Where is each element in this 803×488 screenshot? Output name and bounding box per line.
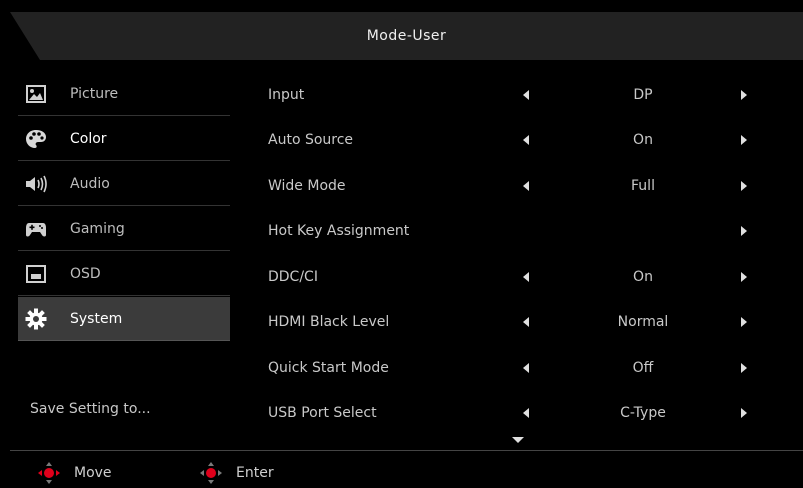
arrow-left-icon[interactable] bbox=[523, 317, 529, 328]
sidebar-item-osd[interactable]: OSD bbox=[18, 252, 230, 296]
sidebar-item-label: Audio bbox=[70, 175, 110, 192]
setting-value: Off bbox=[632, 359, 654, 376]
scroll-down-icon[interactable] bbox=[512, 437, 524, 443]
setting-row-usb-port-select[interactable]: USB Port Select C-Type bbox=[268, 391, 803, 437]
setting-label: DDC/CI bbox=[268, 268, 318, 285]
palette-icon bbox=[24, 127, 48, 151]
gamepad-icon bbox=[24, 217, 48, 241]
setting-label: Hot Key Assignment bbox=[268, 223, 410, 240]
arrow-left-icon[interactable] bbox=[523, 271, 529, 282]
setting-label: Input bbox=[268, 86, 305, 103]
setting-value: Full bbox=[631, 177, 655, 194]
sidebar-item-label: Color bbox=[70, 130, 107, 147]
sidebar-item-color[interactable]: Color bbox=[18, 117, 230, 161]
sidebar-item-gaming[interactable]: Gaming bbox=[18, 207, 230, 251]
setting-row-input[interactable]: Input DP bbox=[268, 72, 803, 118]
arrow-right-icon[interactable] bbox=[741, 362, 747, 373]
move-label: Move bbox=[74, 465, 112, 481]
speaker-icon bbox=[24, 172, 48, 196]
setting-row-hdmi-black-level[interactable]: HDMI Black Level Normal bbox=[268, 300, 803, 346]
arrow-right-icon[interactable] bbox=[741, 135, 747, 146]
setting-value: Normal bbox=[617, 314, 669, 331]
sidebar-item-label: System bbox=[70, 310, 123, 327]
setting-row-auto-source[interactable]: Auto Source On bbox=[268, 118, 803, 164]
sidebar-item-label: Gaming bbox=[70, 220, 125, 237]
setting-value: On bbox=[633, 132, 653, 149]
setting-row-hot-key-assignment[interactable]: Hot Key Assignment bbox=[268, 209, 803, 255]
setting-label: HDMI Black Level bbox=[268, 314, 390, 331]
setting-row-ddc-ci[interactable]: DDC/CI On bbox=[268, 254, 803, 300]
enter-label: Enter bbox=[236, 465, 274, 481]
picture-icon bbox=[24, 82, 48, 106]
setting-label: USB Port Select bbox=[268, 405, 377, 422]
arrow-left-icon[interactable] bbox=[523, 408, 529, 419]
sidebar-item-label: Picture bbox=[70, 85, 119, 102]
arrow-left-icon[interactable] bbox=[523, 135, 529, 146]
arrow-left-icon[interactable] bbox=[523, 89, 529, 100]
setting-row-quick-start-mode[interactable]: Quick Start Mode Off bbox=[268, 345, 803, 391]
sidebar-item-audio[interactable]: Audio bbox=[18, 162, 230, 206]
setting-label: Auto Source bbox=[268, 132, 354, 149]
arrow-right-icon[interactable] bbox=[741, 408, 747, 419]
setting-row-wide-mode[interactable]: Wide Mode Full bbox=[268, 163, 803, 209]
setting-value: C-Type bbox=[620, 405, 666, 422]
footer-hints: Move Enter bbox=[0, 452, 803, 488]
save-setting-item[interactable]: Save Setting to... bbox=[30, 401, 151, 417]
settings-list: Input DP Auto Source On Wide Mode Full H… bbox=[268, 72, 803, 436]
arrow-left-icon[interactable] bbox=[523, 362, 529, 373]
setting-label: Wide Mode bbox=[268, 177, 346, 194]
sidebar-item-system[interactable]: System bbox=[18, 297, 230, 341]
arrow-right-icon[interactable] bbox=[741, 89, 747, 100]
sidebar: Picture Color Audio Gaming OSD System bbox=[18, 72, 230, 342]
mode-title: Mode-User bbox=[366, 28, 447, 44]
setting-label: Quick Start Mode bbox=[268, 359, 389, 376]
arrow-right-icon[interactable] bbox=[741, 180, 747, 191]
sidebar-item-picture[interactable]: Picture bbox=[18, 72, 230, 116]
arrow-right-icon[interactable] bbox=[741, 317, 747, 328]
arrow-right-icon[interactable] bbox=[741, 226, 747, 237]
gear-icon bbox=[24, 307, 48, 331]
arrow-left-icon[interactable] bbox=[523, 180, 529, 191]
enter-hint: Enter bbox=[200, 462, 274, 484]
footer-divider bbox=[10, 450, 803, 451]
setting-value: DP bbox=[633, 86, 653, 103]
setting-value: On bbox=[633, 268, 653, 285]
osd-window-icon bbox=[24, 262, 48, 286]
dpad-enter-icon bbox=[200, 462, 222, 484]
move-hint: Move bbox=[38, 462, 112, 484]
dpad-move-icon bbox=[38, 462, 60, 484]
osd-menu: Mode-User Picture Color Audio Gaming OSD… bbox=[0, 0, 803, 488]
arrow-right-icon[interactable] bbox=[741, 271, 747, 282]
sidebar-item-label: OSD bbox=[70, 265, 101, 282]
